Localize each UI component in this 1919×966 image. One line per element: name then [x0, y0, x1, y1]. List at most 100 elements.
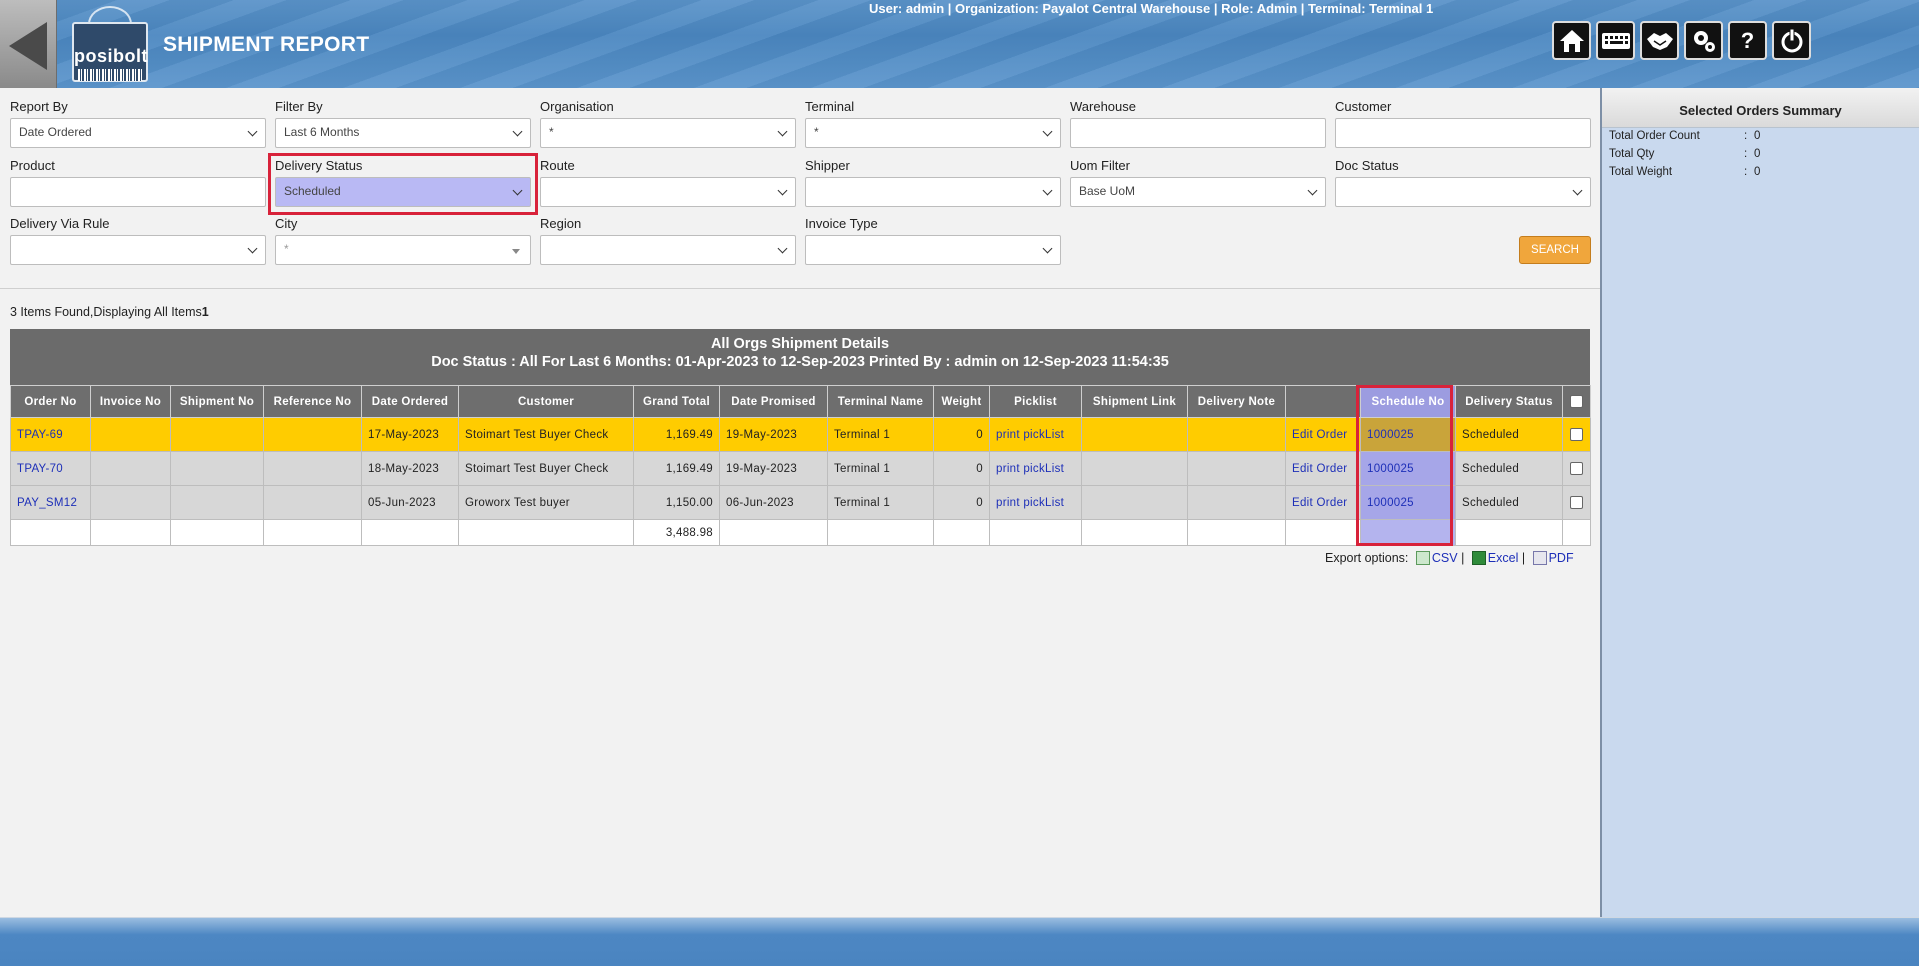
search-button[interactable]: SEARCH [1519, 236, 1591, 264]
row-checkbox[interactable] [1570, 496, 1583, 509]
home-icon[interactable] [1552, 21, 1591, 60]
invoice-type-select[interactable] [805, 235, 1061, 265]
weight-cell: 0 [933, 417, 990, 452]
terminal-name-cell: Terminal 1 [827, 485, 934, 520]
export-csv-link[interactable]: CSV [1432, 551, 1458, 565]
city-select[interactable]: * [275, 235, 531, 265]
col-terminal-name[interactable]: Terminal Name [827, 385, 934, 418]
order-no-link[interactable]: TPAY-70 [10, 451, 91, 486]
grand-total-cell: 1,169.49 [633, 451, 720, 486]
customer-cell: Groworx Test buyer [458, 485, 634, 520]
col-delivery-status[interactable]: Delivery Status [1455, 385, 1563, 418]
organisation-select[interactable]: * [540, 118, 796, 148]
invoice-type-field: Invoice Type [805, 216, 1061, 265]
summary-colon: : [1744, 148, 1748, 160]
col-date-ordered[interactable]: Date Ordered [361, 385, 459, 418]
schedule-no-link[interactable]: 1000025 [1360, 451, 1456, 486]
terminal-value: * [814, 125, 819, 139]
col-picklist[interactable]: Picklist [989, 385, 1082, 418]
customer-cell: Stoimart Test Buyer Check [458, 451, 634, 486]
col-date-promised[interactable]: Date Promised [719, 385, 828, 418]
help-icon[interactable]: ? [1728, 21, 1767, 60]
settings-icon[interactable] [1684, 21, 1723, 60]
select-all-checkbox[interactable] [1570, 395, 1583, 408]
chevron-down-icon [1572, 185, 1583, 196]
logo-text: posibolt [74, 46, 148, 66]
chevron-down-icon [777, 185, 788, 196]
caret-down-icon [512, 249, 520, 254]
weight-cell: 0 [933, 485, 990, 520]
grand-total-cell: 1,150.00 [633, 485, 720, 520]
empty-cell [1081, 519, 1188, 546]
table-row[interactable]: TPAY-69 17-May-2023 Stoimart Test Buyer … [10, 417, 1591, 452]
col-schedule-no[interactable]: Schedule No [1360, 385, 1456, 418]
table-row[interactable]: PAY_SM12 05-Jun-2023 Groworx Test buyer … [10, 485, 1591, 520]
reference-no-cell [263, 417, 362, 452]
terminal-select[interactable]: * [805, 118, 1061, 148]
route-select[interactable] [540, 177, 796, 207]
delivery-status-cell: Scheduled [1455, 451, 1563, 486]
shipment-no-cell [170, 417, 264, 452]
uom-filter-select[interactable]: Base UoM [1070, 177, 1326, 207]
col-customer[interactable]: Customer [458, 385, 634, 418]
col-shipment-no[interactable]: Shipment No [170, 385, 264, 418]
product-input[interactable] [10, 177, 266, 207]
shipment-link-cell [1081, 417, 1188, 452]
summary-row: Total Order Count : 0 [1609, 128, 1919, 146]
col-grand-total[interactable]: Grand Total [633, 385, 720, 418]
row-checkbox[interactable] [1570, 462, 1583, 475]
handshake-icon[interactable] [1640, 21, 1679, 60]
delivery-status-field: Delivery Status Scheduled [275, 158, 531, 207]
customer-cell: Stoimart Test Buyer Check [458, 417, 634, 452]
print-picklist-link[interactable]: print pickList [989, 451, 1082, 486]
delivery-note-cell [1187, 485, 1286, 520]
print-picklist-link[interactable]: print pickList [989, 417, 1082, 452]
report-by-select[interactable]: Date Ordered [10, 118, 266, 148]
totals-row: 3,488.98 [10, 519, 1591, 546]
table-row[interactable]: TPAY-70 18-May-2023 Stoimart Test Buyer … [10, 451, 1591, 486]
chevron-down-icon [1042, 243, 1053, 254]
edit-order-link[interactable]: Edit Order [1285, 485, 1361, 520]
report-by-field: Report By Date Ordered [10, 99, 266, 148]
keyboard-icon[interactable] [1596, 21, 1635, 60]
uom-filter-value: Base UoM [1079, 184, 1136, 198]
col-weight[interactable]: Weight [933, 385, 990, 418]
summary-row: Total Weight : 0 [1609, 164, 1919, 182]
col-order-no[interactable]: Order No [10, 385, 91, 418]
terminal-label: Terminal [805, 99, 855, 114]
col-reference-no[interactable]: Reference No [263, 385, 362, 418]
logout-icon[interactable] [1772, 21, 1811, 60]
row-checkbox[interactable] [1570, 428, 1583, 441]
region-field: Region [540, 216, 796, 265]
order-no-link[interactable]: TPAY-69 [10, 417, 91, 452]
delivery-status-select[interactable]: Scheduled [275, 177, 531, 207]
page-link[interactable]: 1 [202, 305, 209, 319]
doc-status-select[interactable] [1335, 177, 1591, 207]
schedule-no-link[interactable]: 1000025 [1360, 485, 1456, 520]
order-no-link[interactable]: PAY_SM12 [10, 485, 91, 520]
print-picklist-link[interactable]: print pickList [989, 485, 1082, 520]
col-delivery-note[interactable]: Delivery Note [1187, 385, 1286, 418]
delivery-status-cell: Scheduled [1455, 485, 1563, 520]
customer-input[interactable] [1335, 118, 1591, 148]
back-arrow-icon [9, 22, 47, 70]
edit-order-link[interactable]: Edit Order [1285, 417, 1361, 452]
export-pdf-link[interactable]: PDF [1549, 551, 1574, 565]
chevron-down-icon [1042, 185, 1053, 196]
col-invoice-no[interactable]: Invoice No [90, 385, 171, 418]
back-button[interactable] [0, 0, 57, 88]
warehouse-input[interactable] [1070, 118, 1326, 148]
region-select[interactable] [540, 235, 796, 265]
uom-filter-label: Uom Filter [1070, 158, 1130, 173]
chevron-down-icon [247, 126, 258, 137]
invoice-no-cell [90, 485, 171, 520]
delivery-via-rule-select[interactable] [10, 235, 266, 265]
shipper-select[interactable] [805, 177, 1061, 207]
chevron-down-icon [512, 185, 523, 196]
col-shipment-link[interactable]: Shipment Link [1081, 385, 1188, 418]
export-excel-link[interactable]: Excel [1488, 551, 1519, 565]
schedule-no-link[interactable]: 1000025 [1360, 417, 1456, 452]
items-found-text: 3 Items Found,Displaying All Items1 [10, 305, 209, 319]
edit-order-link[interactable]: Edit Order [1285, 451, 1361, 486]
filter-by-select[interactable]: Last 6 Months [275, 118, 531, 148]
